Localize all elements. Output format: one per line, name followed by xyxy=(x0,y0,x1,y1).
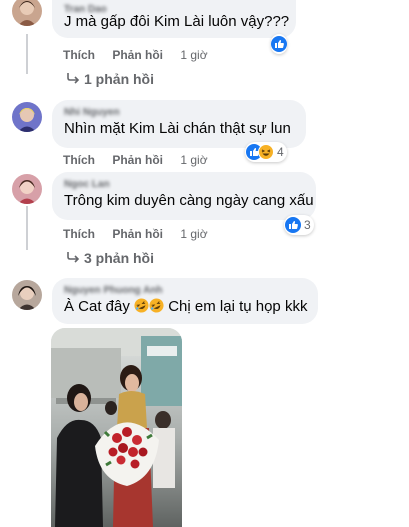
comment-text-part: À Cat đây xyxy=(64,298,130,315)
thread-line xyxy=(26,34,28,74)
comment-bubble: Tran Dao J mà gấp đôi Kim Lài luôn vậy??… xyxy=(52,0,296,38)
view-replies-link[interactable]: 1 phản hồi xyxy=(84,70,154,88)
reaction-count: 4 xyxy=(277,145,284,159)
reply-button[interactable]: Phản hồi xyxy=(112,48,163,62)
like-button[interactable]: Thích xyxy=(63,153,95,167)
reply-button[interactable]: Phản hồi xyxy=(112,227,163,241)
reaction-summary[interactable]: 3 xyxy=(284,215,314,235)
comment-time[interactable]: 1 giờ xyxy=(180,48,207,62)
like-button[interactable]: Thích xyxy=(63,227,95,241)
comment-actions: Thích Phản hồi 1 giờ xyxy=(63,47,208,63)
comment-bubble: Ngoc Lan Trông kim duyên càng ngày cang … xyxy=(52,172,316,220)
comment-attached-photo[interactable] xyxy=(51,328,182,527)
reaction-count: 3 xyxy=(304,218,311,232)
comment-time[interactable]: 1 giờ xyxy=(180,227,207,241)
view-replies-link[interactable]: 3 phản hồi xyxy=(84,249,154,267)
reaction-summary[interactable]: 4 xyxy=(245,142,287,162)
haha-reaction-icon xyxy=(258,144,274,160)
reaction-summary[interactable] xyxy=(271,34,287,54)
comment-text: Nhìn mặt Kim Lài chán thật sự lun xyxy=(64,120,291,137)
like-button[interactable]: Thích xyxy=(63,48,95,62)
reply-arrow-icon xyxy=(67,252,80,263)
comment-actions: Thích Phản hồi 1 giờ xyxy=(63,226,208,242)
rofl-emoji-icon xyxy=(149,298,164,313)
avatar[interactable] xyxy=(12,174,42,204)
comment-author[interactable]: Ngoc Lan xyxy=(64,178,304,191)
comment-text: Trông kim duyên càng ngày cang xấu xyxy=(64,192,314,209)
thread-line xyxy=(26,206,28,250)
comment-actions: Thích Phản hồi 1 giờ xyxy=(63,152,208,168)
avatar[interactable] xyxy=(12,280,42,310)
comment-time[interactable]: 1 giờ xyxy=(180,153,207,167)
rofl-emoji-icon xyxy=(134,298,149,313)
comment-author[interactable]: Nhi Nguyen xyxy=(64,106,294,119)
comment-bubble: Nhi Nguyen Nhìn mặt Kim Lài chán thật sự… xyxy=(52,100,306,148)
reply-button[interactable]: Phản hồi xyxy=(112,153,163,167)
avatar[interactable] xyxy=(12,0,42,26)
avatar[interactable] xyxy=(12,102,42,132)
comment-author[interactable]: Tran Dao xyxy=(64,3,284,16)
comment-author[interactable]: Nguyen Phuong Anh xyxy=(64,284,306,297)
comment-bubble: Nguyen Phuong Anh À Cat đây Chị em lại t… xyxy=(52,278,318,324)
like-reaction-icon xyxy=(285,217,301,233)
reply-arrow-icon xyxy=(67,73,80,84)
comment-text-part: Chị em lại tụ họp kkk xyxy=(168,298,308,315)
like-reaction-icon xyxy=(271,36,287,52)
comment-text: À Cat đây Chị em lại tụ họp kkk xyxy=(64,297,308,317)
